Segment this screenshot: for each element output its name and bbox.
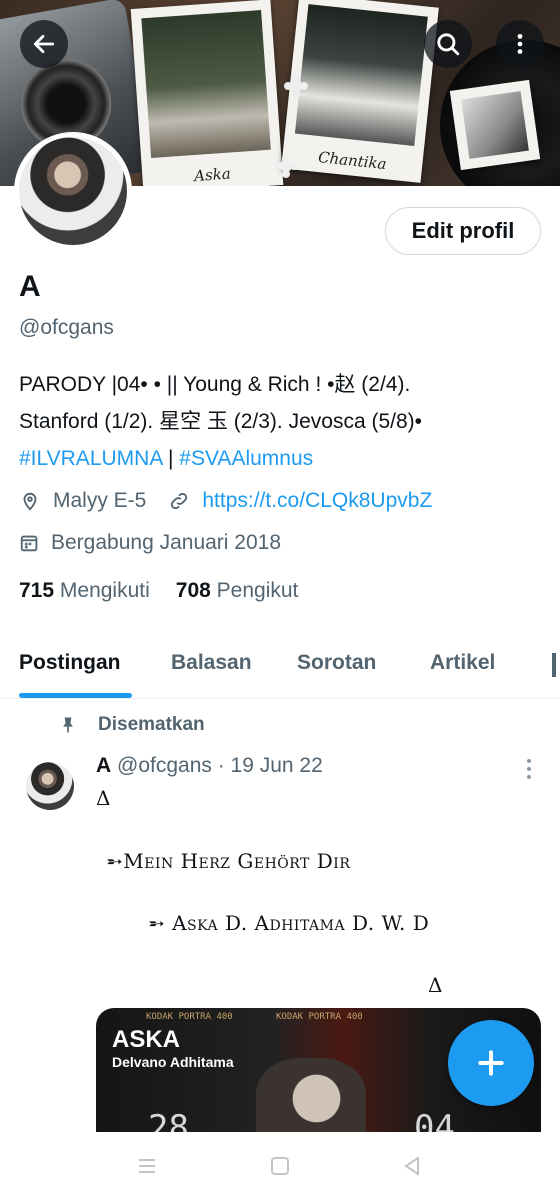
post-more-button[interactable] [520, 757, 538, 781]
active-tab-indicator [19, 693, 132, 698]
following-label: Mengikuti [59, 579, 150, 602]
followers-label: Pengikut [216, 579, 299, 602]
post-author[interactable]: A [96, 754, 111, 777]
polaroid-photo-right: Chantika [281, 0, 439, 183]
media-number-right: 04 [414, 1108, 455, 1133]
follow-counts: 715 Mengikuti 708 Pengikut [19, 579, 298, 603]
edit-profile-button[interactable]: Edit profil [385, 207, 541, 255]
profile-avatar[interactable] [14, 132, 132, 250]
polaroid-caption-left: Aska [193, 164, 232, 186]
plus-icon [478, 1050, 504, 1076]
profile-url-link[interactable]: https://t.co/CLQk8UpvbZ [202, 489, 432, 513]
link-icon [171, 492, 188, 510]
hashtag-link[interactable]: #ILVRALUMNA [19, 447, 162, 470]
film-label: KODAK PORTRA 400 [276, 1012, 363, 1022]
more-vertical-icon [517, 34, 523, 54]
system-nav-bar [0, 1132, 560, 1200]
profile-handle: @ofcgans [19, 316, 114, 339]
hashtag-separator: | [162, 447, 180, 470]
polaroid-photo-small [449, 79, 541, 171]
bio-line: Stanford (1/2). 星空 玉 (2/3). Jevosca (5/8… [19, 410, 422, 433]
profile-location-row: Malyy E-5 https://t.co/CLQk8UpvbZ [19, 489, 432, 513]
profile-joined-row: Bergabung Januari 2018 [19, 531, 281, 555]
post-avatar[interactable] [26, 762, 74, 810]
recent-apps-button[interactable] [135, 1154, 159, 1183]
profile-joined: Bergabung Januari 2018 [51, 531, 282, 554]
back-button[interactable] [20, 20, 68, 68]
polaroid-caption-right: Chantika [317, 148, 388, 174]
calendar-icon [20, 535, 38, 552]
hashtag-link[interactable]: #SVAAlumnus [179, 447, 313, 470]
following-link[interactable]: 715 Mengikuti [19, 579, 150, 603]
search-icon [437, 33, 460, 56]
square-icon [271, 1157, 289, 1175]
location-pin-icon [23, 492, 37, 511]
followers-link[interactable]: 708 Pengikut [176, 579, 299, 603]
back-nav-button[interactable] [400, 1154, 424, 1183]
tab-highlights[interactable]: Sorotan [297, 651, 376, 675]
media-subtitle: Delvano Adhitama [112, 1054, 234, 1070]
tab-articles[interactable]: Artikel [430, 651, 495, 675]
tab-replies[interactable]: Balasan [171, 651, 252, 675]
profile-bio: PARODY |04• • || Young & Rich ! •赵 (2/4)… [19, 366, 549, 477]
tab-overflow-hint [552, 653, 556, 677]
search-button[interactable] [424, 20, 472, 68]
post-text-line: ➵ Aska D. Adhitama D. W. D [148, 911, 430, 935]
flower-decoration [280, 160, 292, 172]
media-number-left: 28 [148, 1108, 189, 1133]
arrow-left-icon [33, 35, 55, 53]
tab-posts[interactable]: Postingan [19, 651, 121, 675]
profile-tabs: Postingan Balasan Sorotan Artikel [0, 633, 560, 699]
post-text-line: Δ [428, 973, 443, 997]
media-portrait [256, 1058, 366, 1133]
followers-count: 708 [175, 579, 211, 602]
post-text-line: ➵Mein Herz Gehört Dir [106, 849, 351, 873]
polaroid-photo-left: Aska [130, 0, 284, 186]
following-count: 715 [19, 579, 55, 602]
flower-decoration [290, 80, 302, 92]
pinned-label-row: Disematkan [58, 714, 205, 736]
compose-post-button[interactable] [448, 1020, 534, 1106]
post-text-line: Δ [96, 786, 111, 810]
post-header: A @ofcgans · 19 Jun 22 [96, 754, 323, 778]
pin-icon [63, 717, 73, 733]
media-title: ASKA [112, 1026, 181, 1053]
profile-name: A [19, 270, 41, 303]
triangle-back-icon [404, 1156, 419, 1176]
film-label: KODAK PORTRA 400 [146, 1012, 233, 1022]
profile-location: Malyy E-5 [53, 489, 147, 512]
pinned-label: Disematkan [98, 714, 205, 735]
post-handle-date: @ofcgans · 19 Jun 22 [117, 754, 323, 777]
bio-line: PARODY |04• • || Young & Rich ! •赵 (2/4)… [19, 373, 411, 396]
home-button[interactable] [268, 1154, 292, 1183]
menu-lines-icon [139, 1159, 155, 1173]
more-options-button[interactable] [496, 20, 544, 68]
